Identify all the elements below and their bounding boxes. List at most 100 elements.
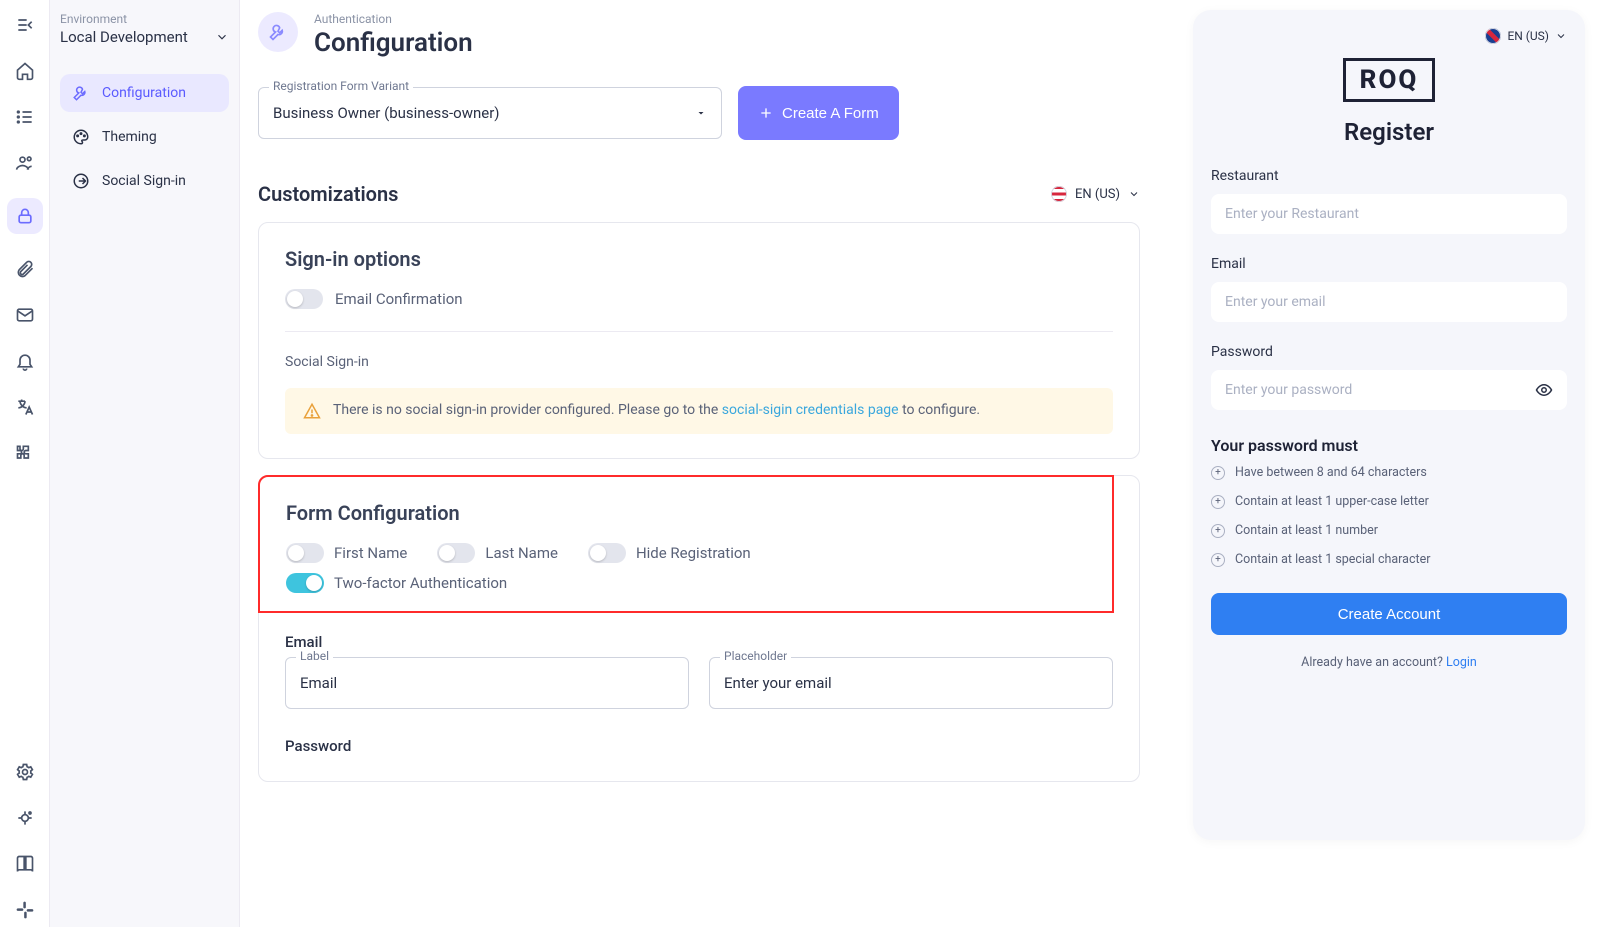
preview-card: EN (US) ROQ Register Restaurant Enter yo… [1193,10,1585,840]
email-confirmation-toggle[interactable] [285,289,323,309]
input-value: Email [300,674,337,692]
environment-sidebar: Environment Local Development Configurat… [50,0,240,927]
wrench-icon [268,22,288,42]
page-title: Configuration [314,28,473,58]
select-label: Registration Form Variant [269,79,413,93]
preview-email-placeholder: Enter your email [1225,294,1325,310]
language-icon[interactable] [14,396,36,418]
email-label-input[interactable]: Label Email [285,657,689,709]
input-value: Enter your email [724,674,832,692]
email-placeholder-input[interactable]: Placeholder Enter your email [709,657,1113,709]
home-icon[interactable] [14,60,36,82]
icon-rail [0,0,50,927]
preview-restaurant-input[interactable]: Enter your Restaurant [1211,194,1567,234]
hide-registration-label: Hide Registration [636,544,751,562]
subnav-label: Configuration [102,85,186,101]
password-rule: Have between 8 and 64 characters [1211,465,1567,480]
environment-value: Local Development [60,28,188,46]
last-name-toggle[interactable] [437,543,475,563]
preview-logo: ROQ [1343,58,1436,102]
last-name-label: Last Name [485,544,558,562]
form-configuration-title: Form Configuration [286,501,1086,525]
slack-icon[interactable] [14,899,36,921]
mail-icon[interactable] [14,304,36,326]
flag-us-icon [1051,186,1067,202]
gear-icon[interactable] [14,761,36,783]
language-select-main[interactable]: EN (US) [1051,186,1140,202]
wrench-icon [72,84,90,102]
alert-prefix: There is no social sign-in provider conf… [333,402,722,418]
environment-label: Environment [60,12,229,26]
preview-create-account-button[interactable]: Create Account [1211,593,1567,635]
signin-icon [72,172,90,190]
password-rules-list: Have between 8 and 64 characters Contain… [1211,465,1567,567]
input-label: Label [296,649,333,663]
page-badge [258,12,298,52]
subnav-item-configuration[interactable]: Configuration [60,74,229,112]
environment-select[interactable]: Local Development [60,28,229,46]
preview-title: Register [1211,118,1567,146]
select-value: Business Owner (business-owner) [273,104,695,122]
book-icon[interactable] [14,853,36,875]
preview-language-value: EN (US) [1507,29,1549,43]
rule-dot-icon [1211,524,1225,538]
chevron-down-icon [215,30,229,44]
rule-text: Contain at least 1 special character [1235,552,1430,567]
preview-password-input[interactable]: Enter your password [1211,370,1567,410]
preview-language-select[interactable]: EN (US) [1485,28,1567,44]
social-signin-alert: There is no social sign-in provider conf… [285,388,1113,434]
palette-icon [72,128,90,146]
deploy-icon[interactable] [14,807,36,829]
list-icon[interactable] [14,106,36,128]
users-icon[interactable] [14,152,36,174]
eye-icon[interactable] [1535,381,1553,399]
create-form-button[interactable]: Create A Form [738,86,899,140]
email-section-title: Email [285,633,1113,651]
preview-restaurant-placeholder: Enter your Restaurant [1225,206,1359,222]
puzzle-icon[interactable] [14,442,36,464]
email-confirmation-label: Email Confirmation [335,290,463,308]
alert-suffix: to configure. [899,402,980,418]
password-rule: Contain at least 1 number [1211,523,1567,538]
social-credentials-link[interactable]: social-sigin credentials page [722,402,899,418]
password-rules-title: Your password must [1211,436,1567,455]
password-rule: Contain at least 1 upper-case letter [1211,494,1567,509]
already-text: Already have an account? [1301,655,1446,670]
signin-options-card: Sign-in options Email Confirmation Socia… [258,222,1140,459]
bell-icon[interactable] [14,350,36,372]
dropdown-icon [695,107,707,119]
first-name-toggle[interactable] [286,543,324,563]
collapse-icon[interactable] [14,14,36,36]
breadcrumb: Authentication [314,12,473,26]
subnav-item-theming[interactable]: Theming [60,118,229,156]
registration-variant-select[interactable]: Registration Form Variant Business Owner… [258,87,722,139]
two-factor-label: Two-factor Authentication [334,574,507,592]
hide-registration-toggle[interactable] [588,543,626,563]
two-factor-toggle[interactable] [286,573,324,593]
chevron-down-icon [1555,30,1567,42]
preview-pane: EN (US) ROQ Register Restaurant Enter yo… [1180,0,1598,927]
signin-options-title: Sign-in options [285,247,1113,271]
attachment-icon[interactable] [14,258,36,280]
rule-dot-icon [1211,466,1225,480]
subnav-item-social[interactable]: Social Sign-in [60,162,229,200]
preview-password-placeholder: Enter your password [1225,382,1352,398]
subnav: Configuration Theming Social Sign-in [60,74,229,200]
preview-email-label: Email [1211,256,1567,272]
rule-dot-icon [1211,553,1225,567]
rule-dot-icon [1211,495,1225,509]
chevron-down-icon [1128,188,1140,200]
preview-email-input[interactable]: Enter your email [1211,282,1567,322]
social-signin-title: Social Sign-in [285,354,1113,370]
form-configuration-highlight: Form Configuration First Name Last Name … [258,475,1114,613]
rule-text: Contain at least 1 upper-case letter [1235,494,1429,509]
preview-password-label: Password [1211,344,1567,360]
rule-text: Have between 8 and 64 characters [1235,465,1427,480]
language-value: EN (US) [1075,187,1120,202]
warning-icon [303,402,321,420]
flag-uk-icon [1485,28,1501,44]
preview-login-link[interactable]: Login [1446,655,1477,670]
lock-icon[interactable] [7,198,43,234]
plus-icon [758,105,774,121]
main-content: Authentication Configuration Registratio… [240,0,1180,927]
